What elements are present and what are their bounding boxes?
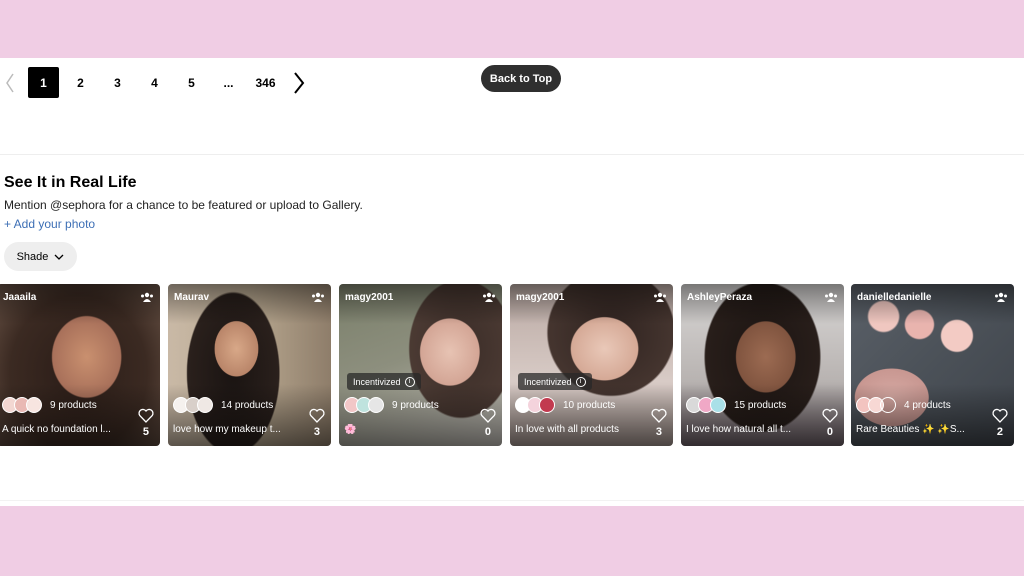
products-row[interactable]: 14 products bbox=[173, 397, 273, 413]
incentivized-label: Incentivized bbox=[524, 376, 572, 387]
products-count: 4 products bbox=[904, 399, 951, 411]
like-count: 2 bbox=[996, 426, 1003, 438]
gallery-card[interactable]: Maurav 14 products love how my makeup t.… bbox=[168, 284, 331, 446]
like-count: 3 bbox=[655, 426, 662, 438]
products-count: 15 products bbox=[734, 399, 787, 411]
username[interactable]: Maurav bbox=[174, 292, 209, 303]
community-icon bbox=[654, 292, 666, 302]
community-icon bbox=[312, 292, 324, 302]
page-1[interactable]: 1 bbox=[28, 67, 59, 98]
like-count: 3 bbox=[313, 426, 320, 438]
products-count: 9 products bbox=[392, 399, 439, 411]
shade-filter-button[interactable]: Shade bbox=[4, 242, 77, 271]
like-count: 0 bbox=[484, 426, 491, 438]
info-icon[interactable]: i bbox=[575, 376, 586, 387]
caption: A quick no foundation l... bbox=[2, 424, 111, 435]
chevron-left-icon[interactable] bbox=[0, 67, 20, 98]
like-count: 0 bbox=[826, 426, 833, 438]
gallery-card[interactable]: Jaaaila 9 products A quick no foundation… bbox=[0, 284, 160, 446]
products-row[interactable]: 9 products bbox=[344, 397, 439, 413]
page-last[interactable]: 346 bbox=[250, 67, 281, 98]
community-icon bbox=[483, 292, 495, 302]
section-subtitle: Mention @sephora for a chance to be feat… bbox=[4, 198, 363, 212]
products-row[interactable]: 15 products bbox=[686, 397, 786, 413]
incentivized-badge[interactable]: Incentivized i bbox=[347, 373, 421, 390]
page-2[interactable]: 2 bbox=[65, 67, 96, 98]
back-to-top-button[interactable]: Back to Top bbox=[481, 65, 561, 92]
username[interactable]: Jaaaila bbox=[3, 292, 36, 303]
product-thumb bbox=[368, 397, 384, 413]
products-row[interactable]: 4 products bbox=[856, 397, 951, 413]
product-thumb bbox=[710, 397, 726, 413]
caption: love how my makeup t... bbox=[173, 424, 281, 435]
section-title: See It in Real Life bbox=[4, 174, 137, 191]
gallery-card[interactable]: magy2001 Incentivized i 9 products 🌸 0 bbox=[339, 284, 502, 446]
chevron-right-icon[interactable] bbox=[289, 67, 309, 98]
info-icon[interactable]: i bbox=[404, 376, 415, 387]
product-thumb bbox=[197, 397, 213, 413]
username[interactable]: magy2001 bbox=[345, 292, 393, 303]
username[interactable]: magy2001 bbox=[516, 292, 564, 303]
section-divider bbox=[0, 154, 1024, 155]
products-count: 14 products bbox=[221, 399, 274, 411]
caption: In love with all products bbox=[515, 424, 619, 435]
community-icon bbox=[141, 292, 153, 302]
page-5[interactable]: 5 bbox=[176, 67, 207, 98]
pagination: 1 2 3 4 5 ... 346 bbox=[0, 67, 309, 98]
heart-icon[interactable] bbox=[309, 408, 325, 423]
footer-divider bbox=[0, 500, 1024, 501]
caption: I love how natural all t... bbox=[686, 424, 792, 435]
caption: 🌸 bbox=[344, 424, 357, 435]
heart-icon[interactable] bbox=[822, 408, 838, 423]
products-row[interactable]: 10 products bbox=[515, 397, 615, 413]
community-icon bbox=[995, 292, 1007, 302]
products-count: 10 products bbox=[563, 399, 616, 411]
gallery-card[interactable]: danielledanielle 4 products Rare Beautie… bbox=[851, 284, 1014, 446]
like-count: 5 bbox=[142, 426, 149, 438]
caption: Rare Beauties ✨ ✨S... bbox=[856, 424, 965, 435]
chevron-down-icon bbox=[54, 254, 64, 260]
incentivized-badge[interactable]: Incentivized i bbox=[518, 373, 592, 390]
product-thumb bbox=[26, 397, 42, 413]
username[interactable]: AshleyPeraza bbox=[687, 292, 752, 303]
heart-icon[interactable] bbox=[992, 408, 1008, 423]
community-icon bbox=[825, 292, 837, 302]
page-4[interactable]: 4 bbox=[139, 67, 170, 98]
incentivized-label: Incentivized bbox=[353, 376, 401, 387]
product-thumb bbox=[880, 397, 896, 413]
shade-filter-label: Shade bbox=[16, 250, 49, 263]
product-thumb bbox=[539, 397, 555, 413]
heart-icon[interactable] bbox=[651, 408, 667, 423]
page-3[interactable]: 3 bbox=[102, 67, 133, 98]
add-photo-link[interactable]: + Add your photo bbox=[4, 217, 95, 231]
heart-icon[interactable] bbox=[138, 408, 154, 423]
page-ellipsis: ... bbox=[223, 75, 234, 90]
username[interactable]: danielledanielle bbox=[857, 292, 931, 303]
products-row[interactable]: 9 products bbox=[2, 397, 97, 413]
gallery-card[interactable]: magy2001 Incentivized i 10 products In l… bbox=[510, 284, 673, 446]
heart-icon[interactable] bbox=[480, 408, 496, 423]
products-count: 9 products bbox=[50, 399, 97, 411]
gallery-card[interactable]: AshleyPeraza 15 products I love how natu… bbox=[681, 284, 844, 446]
